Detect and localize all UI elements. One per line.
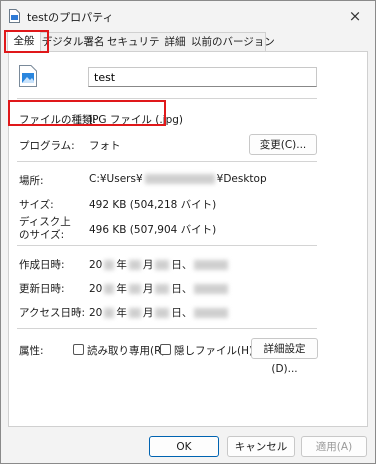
redacted [128,284,141,294]
disk-size-label-line1: ディスク上 [19,216,71,228]
program-label: プログラム: [19,140,75,152]
tab-digital-signature[interactable]: デジタル署名 [39,32,108,52]
divider [17,328,317,329]
date-prefix: 20 [89,259,103,271]
accessed-value: 20 年 月 日、 [89,305,230,320]
hidden-label[interactable]: 隠しファイル(H) [174,343,253,358]
ok-button[interactable]: OK [149,436,219,457]
properties-window: testのプロパティ × 全般 デジタル署名 セキュリティ 詳細 以前のバージョ… [0,0,376,464]
redacted-time [194,308,229,318]
modified-value: 20 年 月 日、 [89,281,230,296]
date-prefix: 20 [89,307,103,319]
tab-security[interactable]: セキュリティ [107,32,169,52]
disk-size-label-line2: のサイズ: [19,229,65,241]
created-value: 20 年 月 日、 [89,257,230,272]
file-icon [9,9,20,23]
file-type-value: JPG ファイル (.jpg) [89,114,184,126]
day-suffix: 日、 [171,259,193,271]
change-program-button[interactable]: 変更(C)... [249,134,317,155]
redacted [155,260,170,270]
tab-general[interactable]: 全般 [7,31,41,53]
date-prefix: 20 [89,283,103,295]
location-suffix: ¥Desktop [216,173,267,185]
month-suffix: 月 [142,307,154,319]
divider [17,98,317,99]
redacted-username [144,174,215,184]
tab-previous-versions[interactable]: 以前のバージョン [191,32,275,52]
window-title: testのプロパティ [27,11,114,24]
dialog-footer: OK キャンセル 適用(A) [1,431,375,463]
divider [17,161,317,162]
redacted [155,284,170,294]
redacted [104,308,115,318]
location-value: C:¥Users¥ ¥Desktop [89,173,267,185]
disk-size-value: 496 KB (507,904 バイト) [89,224,217,236]
size-value: 492 KB (504,218 バイト) [89,199,217,211]
redacted [104,260,115,270]
year-suffix: 年 [116,307,127,319]
year-suffix: 年 [116,259,127,271]
day-suffix: 日、 [171,283,193,295]
redacted-time [194,284,229,294]
accessed-label: アクセス日時: [19,307,86,319]
close-button[interactable]: × [341,5,369,27]
month-suffix: 月 [142,259,154,271]
readonly-checkbox[interactable] [73,344,84,355]
divider [17,245,317,246]
redacted [128,308,141,318]
apply-button[interactable]: 適用(A) [301,436,367,457]
redacted [155,308,170,318]
size-label: サイズ: [19,199,54,211]
modified-label: 更新日時: [19,283,65,295]
location-prefix: C:¥Users¥ [89,173,143,185]
location-label: 場所: [19,175,44,187]
hidden-checkbox[interactable] [160,344,171,355]
redacted [128,260,141,270]
program-value: フォト [89,140,121,152]
file-name-input[interactable] [88,67,317,87]
image-file-icon [19,65,37,87]
file-type-label: ファイルの種類: [19,114,97,126]
redacted-time [194,260,229,270]
created-label: 作成日時: [19,259,65,271]
cancel-button[interactable]: キャンセル [227,436,295,457]
readonly-label[interactable]: 読み取り専用(R) [87,343,166,358]
tab-details[interactable]: 詳細 [159,32,192,52]
title-bar: testのプロパティ × [1,1,375,31]
year-suffix: 年 [116,283,127,295]
attributes-label: 属性: [19,345,44,357]
tab-bar: 全般 デジタル署名 セキュリティ 詳細 以前のバージョン [1,31,375,53]
day-suffix: 日、 [171,307,193,319]
disk-size-label: ディスク上 のサイズ: [19,216,71,242]
close-icon: × [348,7,362,25]
redacted [104,284,115,294]
month-suffix: 月 [142,283,154,295]
advanced-button[interactable]: 詳細設定(D)... [251,338,318,375]
